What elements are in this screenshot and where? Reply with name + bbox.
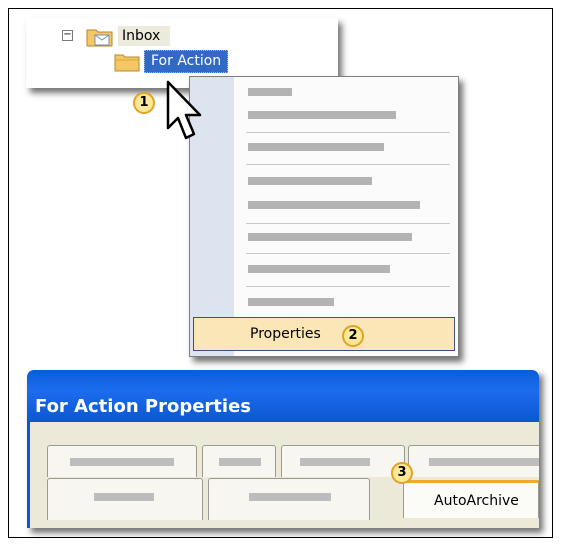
properties-label: Properties [250,326,321,342]
tab-label-placeholder [300,458,370,466]
menu-separator [246,286,450,287]
tab[interactable] [208,478,370,520]
tab[interactable] [408,445,539,477]
menu-item-properties[interactable]: Properties [193,317,455,351]
dialog-titlebar[interactable]: For Action Properties [27,370,539,422]
tab-label-placeholder [70,458,174,466]
tab-label-placeholder [219,458,261,466]
inbox-folder-icon [86,29,113,47]
menu-item[interactable] [248,143,384,151]
tab[interactable] [202,445,276,477]
tab-autoarchive-label: AutoArchive [434,493,519,509]
menu-item[interactable] [248,177,372,185]
tab-label-placeholder [94,493,154,501]
menu-item[interactable] [248,298,334,306]
callout-step-1: 1 [133,92,155,114]
menu-separator [246,223,450,224]
menu-separator [246,253,450,254]
dialog-title: For Action Properties [35,396,251,417]
menu-item[interactable] [248,88,292,96]
menu-separator [246,164,450,165]
folder-icon [114,54,140,72]
menu-item[interactable] [248,201,420,209]
context-menu: Properties [189,76,459,357]
tab[interactable] [281,445,405,477]
menu-separator [246,132,450,133]
tab[interactable] [47,478,203,520]
callout-step-2: 2 [342,325,364,347]
properties-dialog: For Action Properties AutoArchive [27,370,539,528]
collapse-icon[interactable]: − [62,30,73,41]
menu-item[interactable] [248,233,412,241]
menu-item[interactable] [248,265,390,273]
menu-item[interactable] [248,111,396,119]
callout-step-3: 3 [391,462,413,484]
tree-item-inbox[interactable]: Inbox [118,26,171,46]
tab[interactable] [47,445,197,477]
mouse-cursor-icon [166,80,202,140]
tab-label-placeholder [429,458,539,466]
tab-label-placeholder [249,493,331,501]
tree-item-for-action[interactable]: For Action [144,50,229,73]
tab-autoarchive[interactable]: AutoArchive [403,480,539,518]
